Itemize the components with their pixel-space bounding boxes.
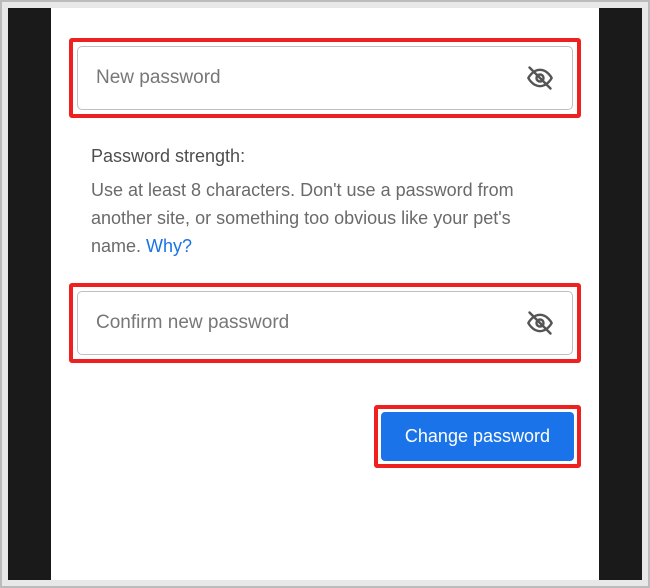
password-strength-title: Password strength: — [91, 146, 563, 167]
submit-highlight: Change password — [374, 405, 581, 468]
window-backdrop: Password strength: Use at least 8 charac… — [8, 8, 642, 580]
password-strength-section: Password strength: Use at least 8 charac… — [69, 118, 581, 283]
form-actions: Change password — [69, 405, 581, 468]
confirm-password-input[interactable] — [96, 312, 522, 334]
confirm-password-wrapper — [77, 291, 573, 355]
new-password-highlight — [69, 38, 581, 118]
eye-off-icon — [526, 309, 554, 337]
change-password-button[interactable]: Change password — [381, 412, 574, 461]
eye-off-icon — [526, 64, 554, 92]
new-password-input[interactable] — [96, 67, 522, 89]
password-strength-description: Use at least 8 characters. Don't use a p… — [91, 177, 563, 261]
new-password-wrapper — [77, 46, 573, 110]
toggle-new-password-visibility[interactable] — [522, 60, 558, 96]
screenshot-frame: Password strength: Use at least 8 charac… — [0, 0, 650, 588]
password-form-panel: Password strength: Use at least 8 charac… — [51, 8, 599, 580]
why-link[interactable]: Why? — [146, 236, 192, 256]
toggle-confirm-password-visibility[interactable] — [522, 305, 558, 341]
confirm-password-highlight — [69, 283, 581, 363]
